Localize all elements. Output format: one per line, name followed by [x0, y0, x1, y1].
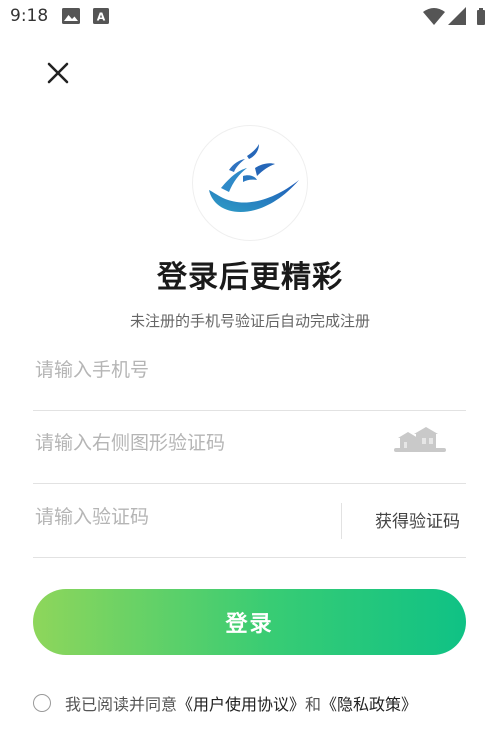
close-icon: [47, 62, 69, 84]
user-agreement-link[interactable]: 《用户使用协议》: [177, 691, 305, 715]
a-notification-icon: A: [93, 8, 109, 28]
login-button[interactable]: 登录: [33, 589, 466, 655]
gallery-notification-icon: [62, 8, 80, 28]
app-logo: [193, 126, 307, 240]
agreement-conjunction: 和: [305, 695, 322, 714]
agreement-prefix: 我已阅读并同意: [65, 695, 178, 714]
privacy-policy-link[interactable]: 《隐私政策》: [321, 691, 417, 715]
status-indicators: [422, 7, 490, 31]
status-bar: 9:18 A: [0, 0, 500, 34]
code-field-row: 获得验证码: [33, 487, 466, 558]
agreement-row: 我已阅读并同意 《用户使用协议》 和 《隐私政策》: [33, 690, 417, 716]
signal-icon: [448, 7, 466, 25]
verification-code-input[interactable]: [33, 487, 365, 547]
page-title: 登录后更精彩: [157, 260, 343, 295]
page-subtitle: 未注册的手机号验证后自动完成注册: [129, 312, 370, 330]
svg-text:A: A: [97, 11, 106, 24]
phone-input[interactable]: [33, 340, 365, 400]
status-time: 9:18: [10, 6, 49, 26]
phone-field-row: [33, 340, 466, 411]
wifi-icon: [423, 8, 445, 25]
get-code-button[interactable]: 获得验证码: [375, 507, 460, 532]
close-button[interactable]: [40, 55, 76, 91]
battery-icon: [477, 8, 485, 25]
captcha-field-row: [33, 413, 466, 484]
divider: [341, 503, 342, 539]
agreement-checkbox[interactable]: [33, 694, 51, 712]
captcha-image[interactable]: [394, 422, 446, 458]
captcha-input[interactable]: [33, 413, 365, 473]
